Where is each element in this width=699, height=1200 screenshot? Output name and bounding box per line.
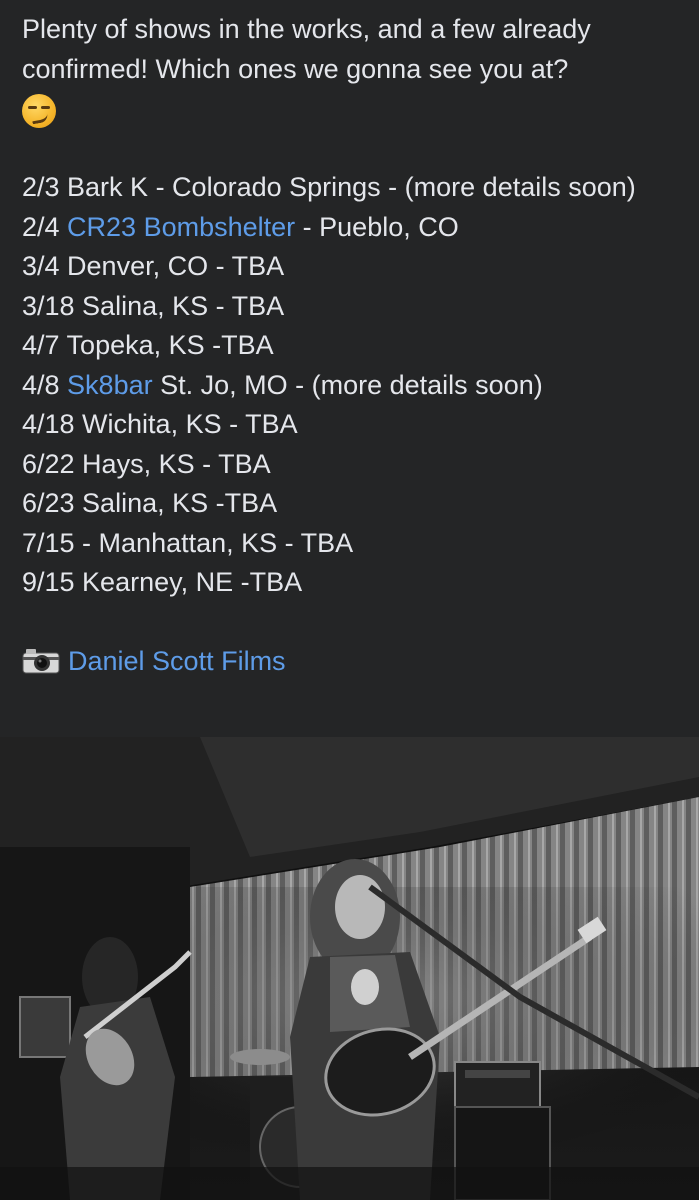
- camera-icon: [22, 648, 60, 674]
- venue-link-sk8bar[interactable]: Sk8bar: [67, 370, 153, 400]
- show-item: 4/8 Sk8bar St. Jo, MO - (more details so…: [22, 369, 543, 400]
- show-item: 2/3 Bark K - Colorado Springs - (more de…: [22, 172, 636, 202]
- venue-link-cr23-bombshelter[interactable]: CR23 Bombshelter: [67, 212, 295, 242]
- band-photo-image: [0, 737, 699, 1200]
- show-item: 6/23 Salina, KS -TBA: [22, 488, 278, 518]
- smirking-face-icon: [22, 93, 56, 128]
- band-photo[interactable]: [0, 737, 699, 1200]
- post-body: Plenty of shows in the works, and a few …: [22, 10, 687, 682]
- show-item: 4/18 Wichita, KS - TBA: [22, 409, 298, 439]
- show-item: 6/22 Hays, KS - TBA: [22, 448, 271, 479]
- credit-link[interactable]: Daniel Scott Films: [68, 646, 286, 676]
- show-item: 9/15 Kearney, NE -TBA: [22, 567, 303, 597]
- post-intro: Plenty of shows in the works, and a few …: [22, 14, 591, 84]
- show-item: 3/18 Salina, KS - TBA: [22, 290, 285, 321]
- show-item: 7/15 - Manhattan, KS - TBA: [22, 527, 354, 558]
- show-item: 2/4 CR23 Bombshelter - Pueblo, CO: [22, 211, 459, 242]
- show-item: 4/7 Topeka, KS -TBA: [22, 330, 274, 360]
- photo-credit: Daniel Scott Films: [22, 642, 687, 682]
- show-item: 3/4 Denver, CO - TBA: [22, 251, 285, 281]
- emoji-line: [22, 89, 687, 129]
